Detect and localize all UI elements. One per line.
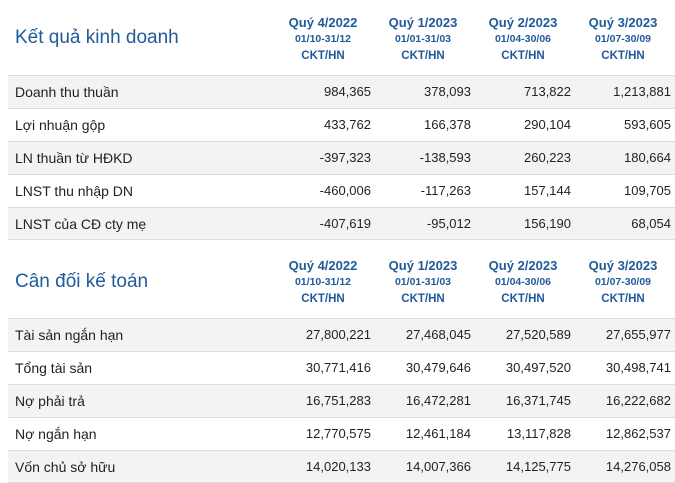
table-cell: 16,472,281 [405,393,471,408]
table-cell: 16,751,283 [305,393,371,408]
column-header-q2-2023[interactable]: Quý 2/2023 01/04-30/06 CKT/HN [473,257,573,308]
table-cell: 14,007,366 [405,459,471,474]
table-cell: 30,498,741 [605,360,671,375]
table-row: LN thuần từ HĐKD -397,323 -138,593 260,2… [8,141,675,174]
table-cell: 290,104 [524,117,571,132]
table-cell: 27,468,045 [405,327,471,342]
column-period: 01/01-31/03 [394,33,452,45]
table-cell: -460,006 [319,183,371,198]
column-period: 01/04-30/06 [494,276,552,288]
table-cell: 68,054 [631,216,671,231]
table-cell: -138,593 [419,150,471,165]
column-unit: CKT/HN [501,50,545,62]
business-results-header: Kết quả kinh doanh Quý 4/2022 01/10-31/1… [8,8,675,75]
balance-sheet-section: Cân đối kế toán Quý 4/2022 01/10-31/12 C… [8,251,675,483]
row-label[interactable]: Tổng tài sản [15,360,92,376]
column-unit: CKT/HN [401,50,445,62]
table-cell: 156,190 [524,216,571,231]
table-cell: 14,125,775 [505,459,571,474]
table-cell: 157,144 [524,183,571,198]
column-header-q4-2022[interactable]: Quý 4/2022 01/10-31/12 CKT/HN [273,257,373,308]
column-period: 01/04-30/06 [494,33,552,45]
column-header-q1-2023[interactable]: Quý 1/2023 01/01-31/03 CKT/HN [373,257,473,308]
row-label[interactable]: Vốn chủ sở hữu [15,459,115,475]
table-cell: 433,762 [324,117,371,132]
table-cell: 713,822 [524,84,571,99]
balance-sheet-title[interactable]: Cân đối kế toán [15,271,148,293]
table-cell: 14,020,133 [305,459,371,474]
column-period: 01/07-30/09 [594,33,652,45]
table-cell: 27,800,221 [305,327,371,342]
table-row: Tổng tài sản 30,771,416 30,479,646 30,49… [8,351,675,384]
row-label[interactable]: LNST của CĐ cty mẹ [15,216,146,232]
column-period: 01/10-31/12 [294,33,352,45]
table-cell: 16,371,745 [505,393,571,408]
balance-sheet-header: Cân đối kế toán Quý 4/2022 01/10-31/12 C… [8,251,675,318]
table-cell: 14,276,058 [605,459,671,474]
business-results-section: Kết quả kinh doanh Quý 4/2022 01/10-31/1… [8,8,675,240]
table-row: Nợ ngắn hạn 12,770,575 12,461,184 13,117… [8,417,675,450]
table-cell: 30,479,646 [405,360,471,375]
column-unit: CKT/HN [601,50,645,62]
column-header-q2-2023[interactable]: Quý 2/2023 01/04-30/06 CKT/HN [473,14,573,65]
column-unit: CKT/HN [601,293,645,305]
row-label[interactable]: Nợ ngắn hạn [15,426,97,442]
table-cell: -397,323 [319,150,371,165]
column-header-q4-2022[interactable]: Quý 4/2022 01/10-31/12 CKT/HN [273,14,373,65]
table-row: LNST thu nhập DN -460,006 -117,263 157,1… [8,174,675,207]
column-quarter: Quý 1/2023 [388,258,458,273]
table-cell: 30,497,520 [505,360,571,375]
table-row: LNST của CĐ cty mẹ -407,619 -95,012 156,… [8,207,675,240]
table-row: Nợ phải trả 16,751,283 16,472,281 16,371… [8,384,675,417]
business-results-title[interactable]: Kết quả kinh doanh [15,27,179,49]
table-cell: 378,093 [424,84,471,99]
column-quarter: Quý 4/2022 [288,258,358,273]
financial-summary: Kết quả kinh doanh Quý 4/2022 01/10-31/1… [0,0,675,483]
column-quarter: Quý 4/2022 [288,15,358,30]
column-quarter: Quý 2/2023 [488,258,558,273]
table-cell: 109,705 [624,183,671,198]
row-label[interactable]: LN thuần từ HĐKD [15,150,133,166]
table-cell: 27,520,589 [505,327,571,342]
column-quarter: Quý 1/2023 [388,15,458,30]
column-quarter: Quý 3/2023 [588,15,658,30]
column-quarter: Quý 3/2023 [588,258,658,273]
table-row: Lợi nhuận gộp 433,762 166,378 290,104 59… [8,108,675,141]
column-period: 01/01-31/03 [394,276,452,288]
table-row: Tài sản ngắn hạn 27,800,221 27,468,045 2… [8,318,675,351]
table-cell: 27,655,977 [605,327,671,342]
table-cell: 593,605 [624,117,671,132]
column-header-q1-2023[interactable]: Quý 1/2023 01/01-31/03 CKT/HN [373,14,473,65]
row-label[interactable]: Doanh thu thuần [15,84,119,100]
column-period: 01/10-31/12 [294,276,352,288]
table-row: Vốn chủ sở hữu 14,020,133 14,007,366 14,… [8,450,675,483]
column-unit: CKT/HN [401,293,445,305]
table-cell: 12,461,184 [405,426,471,441]
table-cell: 16,222,682 [605,393,671,408]
table-cell: 166,378 [424,117,471,132]
table-cell: 1,213,881 [613,84,671,99]
column-unit: CKT/HN [501,293,545,305]
row-label[interactable]: Nợ phải trả [15,393,85,409]
table-cell: -407,619 [319,216,371,231]
column-unit: CKT/HN [301,293,345,305]
table-cell: 12,862,537 [605,426,671,441]
column-unit: CKT/HN [301,50,345,62]
table-cell: -95,012 [426,216,471,231]
table-cell: 260,223 [524,150,571,165]
table-cell: -117,263 [420,183,471,198]
table-cell: 12,770,575 [305,426,371,441]
row-label[interactable]: Lợi nhuận gộp [15,117,105,133]
table-cell: 180,664 [624,150,671,165]
column-period: 01/07-30/09 [594,276,652,288]
table-cell: 30,771,416 [305,360,371,375]
table-row: Doanh thu thuần 984,365 378,093 713,822 … [8,75,675,108]
row-label[interactable]: LNST thu nhập DN [15,183,133,199]
column-quarter: Quý 2/2023 [488,15,558,30]
table-cell: 13,117,828 [506,426,571,441]
column-header-q3-2023[interactable]: Quý 3/2023 01/07-30/09 CKT/HN [573,257,673,308]
row-label[interactable]: Tài sản ngắn hạn [15,327,123,343]
column-header-q3-2023[interactable]: Quý 3/2023 01/07-30/09 CKT/HN [573,14,673,65]
table-cell: 984,365 [324,84,371,99]
